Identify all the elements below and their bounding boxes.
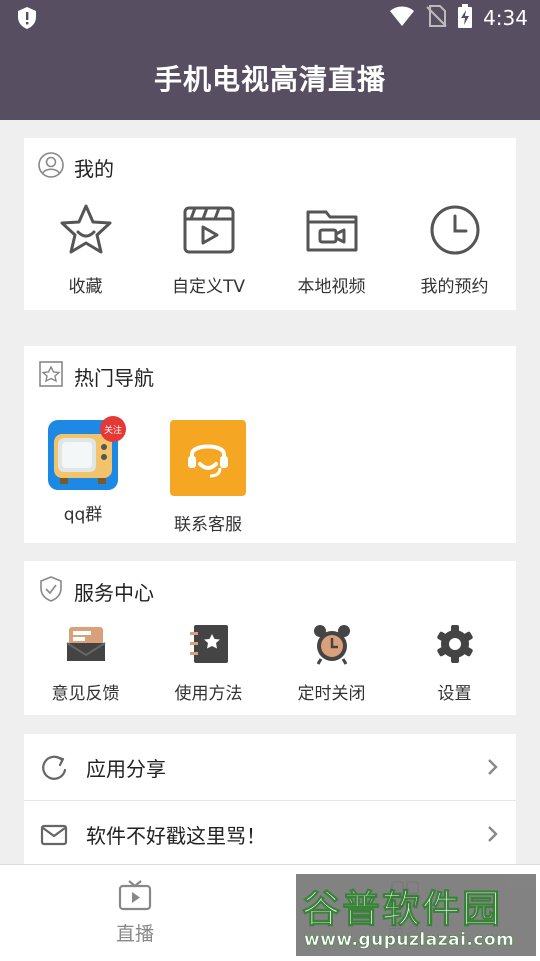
feedback-button[interactable]: 意见反馈: [24, 623, 147, 704]
favorites-label: 收藏: [68, 277, 103, 297]
custom-tv-button[interactable]: 自定义TV: [147, 202, 270, 297]
clapper-icon: [181, 202, 237, 262]
local-video-button[interactable]: 本地视频: [270, 202, 393, 297]
reservations-button[interactable]: 我的预约: [393, 202, 516, 297]
settings-button[interactable]: 设置: [393, 623, 516, 704]
mailbox-icon: [65, 623, 107, 669]
battery-charging-icon: [457, 4, 473, 32]
user-icon: [38, 152, 64, 182]
share-app-label: 应用分享: [86, 756, 166, 781]
page-title: 手机电视高清直播: [153, 63, 386, 96]
complain-row[interactable]: 软件不好戳这里骂！: [24, 801, 516, 867]
qq-group-button[interactable]: 关注 qq群: [33, 416, 133, 525]
wifi-icon: [389, 5, 415, 31]
mine-header: 我的: [38, 152, 114, 182]
sleep-timer-button[interactable]: 定时关闭: [270, 623, 393, 704]
watermark-title: 谷普软件园: [301, 887, 503, 932]
settings-label: 设置: [437, 684, 472, 704]
usage-guide-button[interactable]: 使用方法: [147, 623, 270, 704]
mail-icon: [40, 821, 68, 853]
chevron-right-icon: [486, 825, 498, 847]
service-header: 服务中心: [38, 575, 154, 607]
gear-icon: [434, 623, 476, 669]
clock-time: 4:34: [483, 6, 528, 30]
usage-guide-label: 使用方法: [174, 684, 243, 704]
tab-live[interactable]: 直播: [75, 879, 195, 946]
favorites-button[interactable]: 收藏: [24, 202, 147, 297]
service-card: 服务中心 意见反馈 使用方法 定时关闭 设置: [24, 561, 516, 715]
no-sim-icon: [425, 4, 447, 32]
star-icon: [58, 202, 114, 262]
star-bookmark-icon: [38, 360, 64, 392]
complain-label: 软件不好戳这里骂！: [86, 823, 266, 848]
mine-card: 我的 收藏 自定义TV 本地视频 我的预约: [24, 138, 516, 310]
customer-service-button[interactable]: 联系客服: [158, 420, 258, 535]
tab-live-label: 直播: [115, 923, 154, 945]
mine-title: 我的: [74, 156, 114, 181]
local-video-label: 本地视频: [297, 277, 366, 297]
watermark: 谷普软件园 www.gupuzlazai.com: [296, 874, 536, 956]
hot-nav-title: 热门导航: [74, 365, 154, 390]
headset-icon: [170, 420, 246, 500]
hot-nav-card: 热门导航 关注 qq群 联系客服: [24, 346, 516, 543]
share-app-row[interactable]: 应用分享: [24, 734, 516, 800]
service-title: 服务中心: [74, 580, 154, 605]
feedback-label: 意见反馈: [51, 684, 120, 704]
shield-alert-icon: [16, 6, 38, 34]
share-icon: [40, 754, 68, 786]
tv-play-icon: [118, 879, 152, 915]
tv-app-icon: 关注: [48, 416, 126, 490]
sleep-timer-label: 定时关闭: [297, 684, 366, 704]
watermark-url: www.gupuzlazai.com: [304, 930, 515, 951]
alarm-clock-icon: [311, 623, 353, 669]
reservations-label: 我的预约: [420, 277, 489, 297]
notebook-icon: [188, 623, 230, 669]
status-bar: 4:34: [0, 0, 540, 36]
clock-icon: [427, 202, 483, 262]
follow-badge: 关注: [100, 416, 126, 442]
custom-tv-label: 自定义TV: [171, 277, 245, 297]
chevron-right-icon: [486, 758, 498, 780]
qq-group-label: qq群: [63, 505, 103, 525]
app-header: 手机电视高清直播: [0, 36, 540, 120]
folder-video-icon: [304, 202, 360, 262]
hot-nav-header: 热门导航: [38, 360, 154, 392]
shield-check-icon: [38, 575, 64, 607]
customer-service-label: 联系客服: [174, 515, 242, 535]
